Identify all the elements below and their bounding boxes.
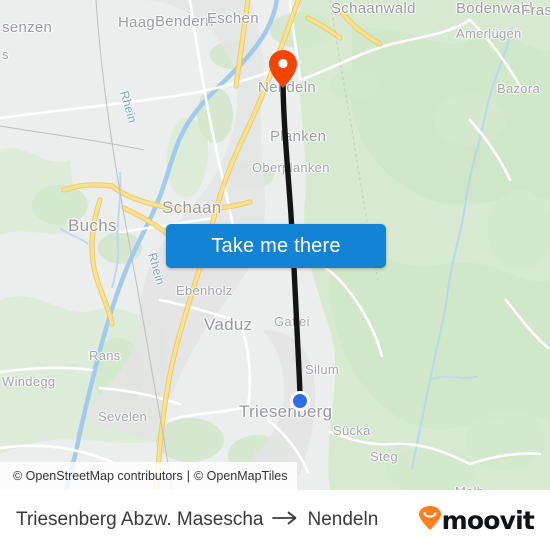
trip-title: Triesenberg Abzw. Masescha Nendeln bbox=[16, 509, 378, 531]
attribution-openmaptiles[interactable]: © OpenMapTiles bbox=[194, 469, 288, 483]
destination-pin-icon[interactable] bbox=[269, 50, 297, 88]
moovit-wordmark: moovit bbox=[441, 505, 535, 535]
footer-bar: Triesenberg Abzw. Masescha Nendeln moovi… bbox=[0, 490, 550, 550]
moovit-logo[interactable]: moovit bbox=[418, 505, 535, 535]
arrow-right-icon bbox=[272, 509, 298, 531]
take-me-there-button[interactable]: Take me there bbox=[166, 224, 386, 268]
map-attribution: © OpenStreetMap contributors | © OpenMap… bbox=[0, 462, 297, 490]
moovit-pin-icon bbox=[418, 505, 441, 535]
trip-destination-label: Nendeln bbox=[307, 509, 379, 530]
map-canvas[interactable]: senzen s Haag Bendern Eschen Schaanwald Bodenw… bbox=[0, 0, 550, 490]
attribution-separator: | bbox=[186, 469, 190, 483]
moovit-trip-map-page: senzen s Haag Bendern Eschen Schaanwald Bodenw… bbox=[0, 0, 550, 550]
origin-dot-marker[interactable] bbox=[290, 391, 310, 411]
trip-origin-label: Triesenberg Abzw. Masescha bbox=[16, 509, 264, 530]
attribution-osm[interactable]: © OpenStreetMap contributors bbox=[13, 469, 183, 483]
